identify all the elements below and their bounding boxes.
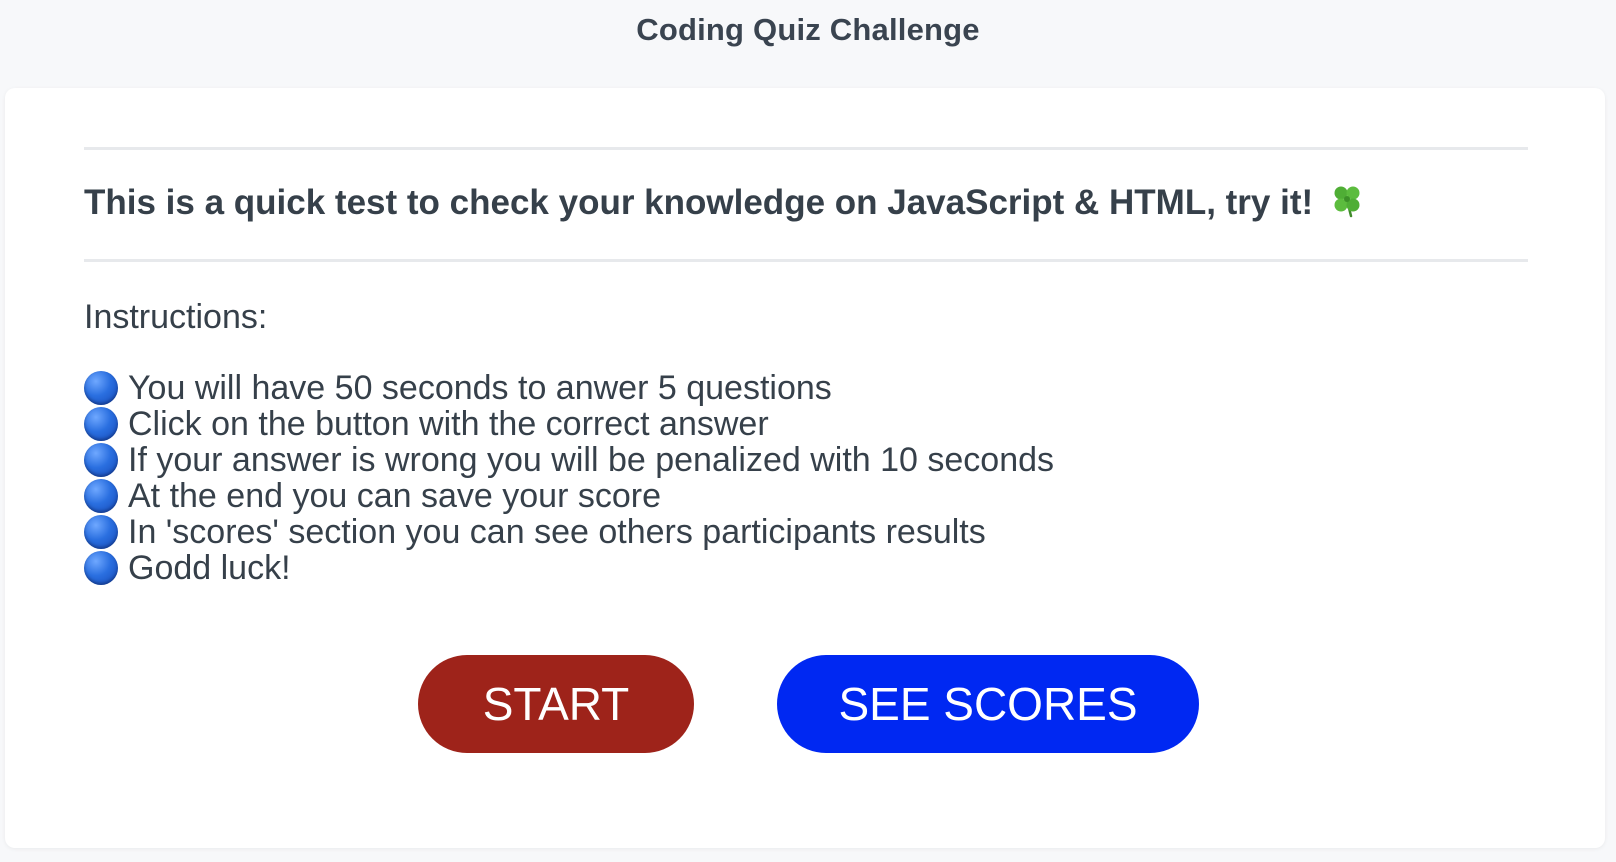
list-item: In 'scores' section you can see others p… [84, 514, 1054, 550]
instruction-text: If your answer is wrong you will be pena… [128, 441, 1055, 479]
blue-circle-icon [84, 443, 118, 477]
see-scores-button[interactable]: SEE SCORES [777, 655, 1199, 753]
list-item: Click on the button with the correct ans… [84, 406, 1054, 442]
instructions-list: You will have 50 seconds to anwer 5 ques… [84, 370, 1054, 586]
instruction-text: Click on the button with the correct ans… [128, 405, 769, 443]
instruction-text: In 'scores' section you can see others p… [128, 513, 986, 551]
instruction-text: At the end you can save your score [128, 477, 661, 515]
bottom-divider [84, 259, 1528, 262]
list-item: You will have 50 seconds to anwer 5 ques… [84, 370, 1054, 406]
intro-text-row: This is a quick test to check your knowl… [84, 182, 1528, 223]
blue-circle-icon [84, 371, 118, 405]
blue-circle-icon [84, 407, 118, 441]
four-leaf-clover-icon [1329, 182, 1365, 218]
page-title: Coding Quiz Challenge [636, 12, 980, 47]
instruction-text: Godd luck! [128, 549, 291, 587]
blue-circle-icon [84, 479, 118, 513]
top-divider [84, 147, 1528, 150]
intro-text: This is a quick test to check your knowl… [84, 183, 1314, 222]
quiz-page: Coding Quiz Challenge This is a quick te… [0, 0, 1616, 862]
intro-card: This is a quick test to check your knowl… [5, 88, 1605, 848]
list-item: If your answer is wrong you will be pena… [84, 442, 1054, 478]
blue-circle-icon [84, 515, 118, 549]
instruction-text: You will have 50 seconds to anwer 5 ques… [128, 369, 832, 407]
blue-circle-icon [84, 551, 118, 585]
list-item: At the end you can save your score [84, 478, 1054, 514]
start-button[interactable]: START [418, 655, 694, 753]
list-item: Godd luck! [84, 550, 1054, 586]
instructions-label: Instructions: [84, 298, 268, 336]
